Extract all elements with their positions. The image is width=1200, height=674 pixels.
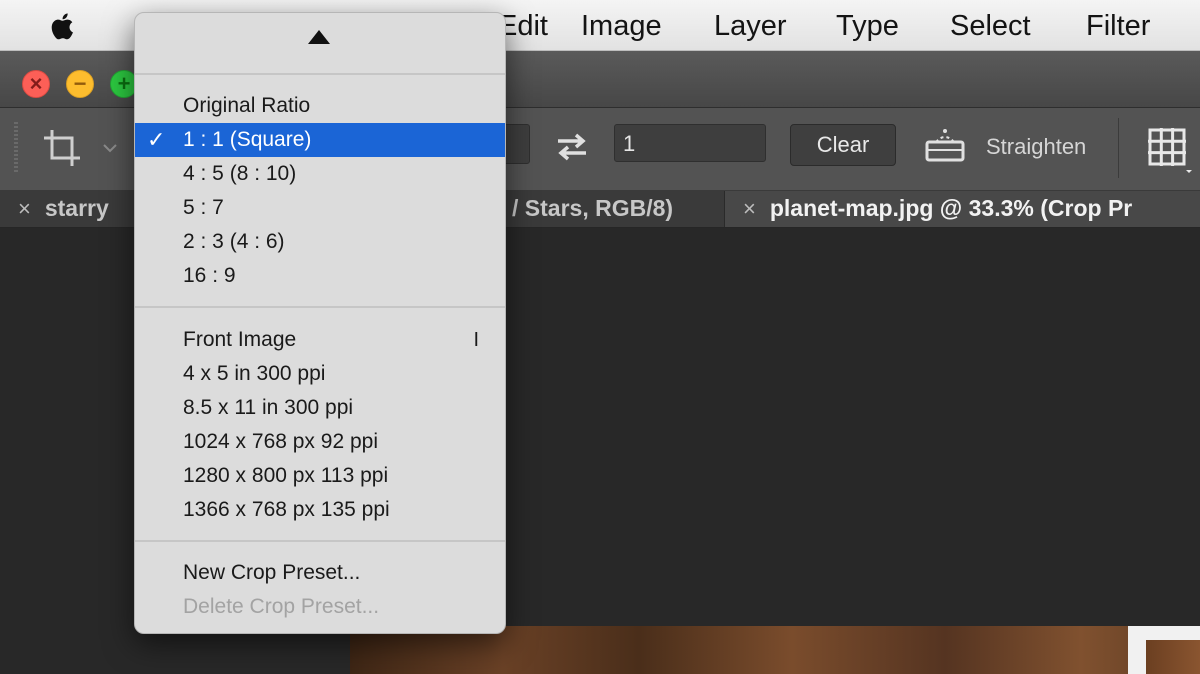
minimize-window-button[interactable]: − — [66, 70, 94, 98]
tab-label: / Stars, RGB/8) — [512, 195, 674, 221]
menu-item-2-3[interactable]: 2 : 3 (4 : 6) — [135, 225, 505, 259]
menu-separator — [135, 73, 505, 75]
swap-icon[interactable] — [552, 127, 592, 167]
menu-type[interactable]: Type — [836, 9, 899, 43]
menu-item-1-1-square[interactable]: ✓ 1 : 1 (Square) — [135, 123, 505, 157]
menu-item-1024x768[interactable]: 1024 x 768 px 92 ppi — [135, 425, 505, 459]
clear-button[interactable]: Clear — [790, 124, 896, 166]
straighten-label[interactable]: Straighten — [986, 134, 1086, 160]
minimize-window-icon: − — [73, 71, 87, 96]
menu-item-front-image[interactable]: Front Image I — [135, 323, 505, 357]
tab-label: planet-map.jpg @ 33.3% (Crop Pr — [769, 195, 1133, 221]
close-icon[interactable]: × — [18, 192, 31, 226]
menu-image[interactable]: Image — [581, 9, 662, 43]
menu-filter[interactable]: Filter — [1086, 9, 1150, 43]
menu-select[interactable]: Select — [950, 9, 1031, 43]
tab-planet-map[interactable]: × planet-map.jpg @ 33.3% (Crop Pr — [725, 191, 1200, 227]
options-divider — [1118, 118, 1119, 178]
shortcut-label: I — [473, 329, 479, 351]
canvas-image-corner — [1146, 640, 1200, 674]
menu-item-new-crop-preset[interactable]: New Crop Preset... — [135, 556, 505, 590]
tab-label: starry — [44, 195, 109, 221]
height-ratio-field[interactable]: 1 — [614, 124, 766, 162]
check-icon: ✓ — [147, 127, 166, 152]
menu-separator — [135, 540, 505, 542]
straighten-icon[interactable] — [922, 126, 968, 166]
menu-item-8-5x11-in[interactable]: 8.5 x 11 in 300 ppi — [135, 391, 505, 425]
scroll-up-icon[interactable] — [305, 27, 333, 47]
menu-item-5-7[interactable]: 5 : 7 — [135, 191, 505, 225]
options-grip[interactable] — [14, 122, 18, 174]
menu-separator — [135, 306, 505, 308]
crop-preset-dropdown: Original Ratio ✓ 1 : 1 (Square) 4 : 5 (8… — [134, 12, 506, 634]
apple-icon[interactable] — [46, 9, 80, 43]
close-icon[interactable]: × — [743, 192, 756, 226]
grid-overlay-icon[interactable] — [1144, 124, 1194, 174]
menu-layer[interactable]: Layer — [714, 9, 787, 43]
menu-item-4x5-in[interactable]: 4 x 5 in 300 ppi — [135, 357, 505, 391]
close-window-icon: × — [29, 71, 43, 96]
menu-item-original-ratio[interactable]: Original Ratio — [135, 89, 505, 123]
menu-item-4-5[interactable]: 4 : 5 (8 : 10) — [135, 157, 505, 191]
tab-starry[interactable]: × starry — [0, 191, 134, 227]
menu-item-1366x768[interactable]: 1366 x 768 px 135 ppi — [135, 493, 505, 527]
menu-item-16-9[interactable]: 16 : 9 — [135, 259, 505, 293]
close-window-button[interactable]: × — [22, 70, 50, 98]
menu-item-1280x800[interactable]: 1280 x 800 px 113 ppi — [135, 459, 505, 493]
chevron-down-icon[interactable] — [100, 138, 120, 158]
crop-tool-icon[interactable] — [40, 126, 84, 170]
tab-stars[interactable]: / Stars, RGB/8) — [504, 191, 724, 227]
menu-item-delete-crop-preset: Delete Crop Preset... — [183, 595, 380, 618]
